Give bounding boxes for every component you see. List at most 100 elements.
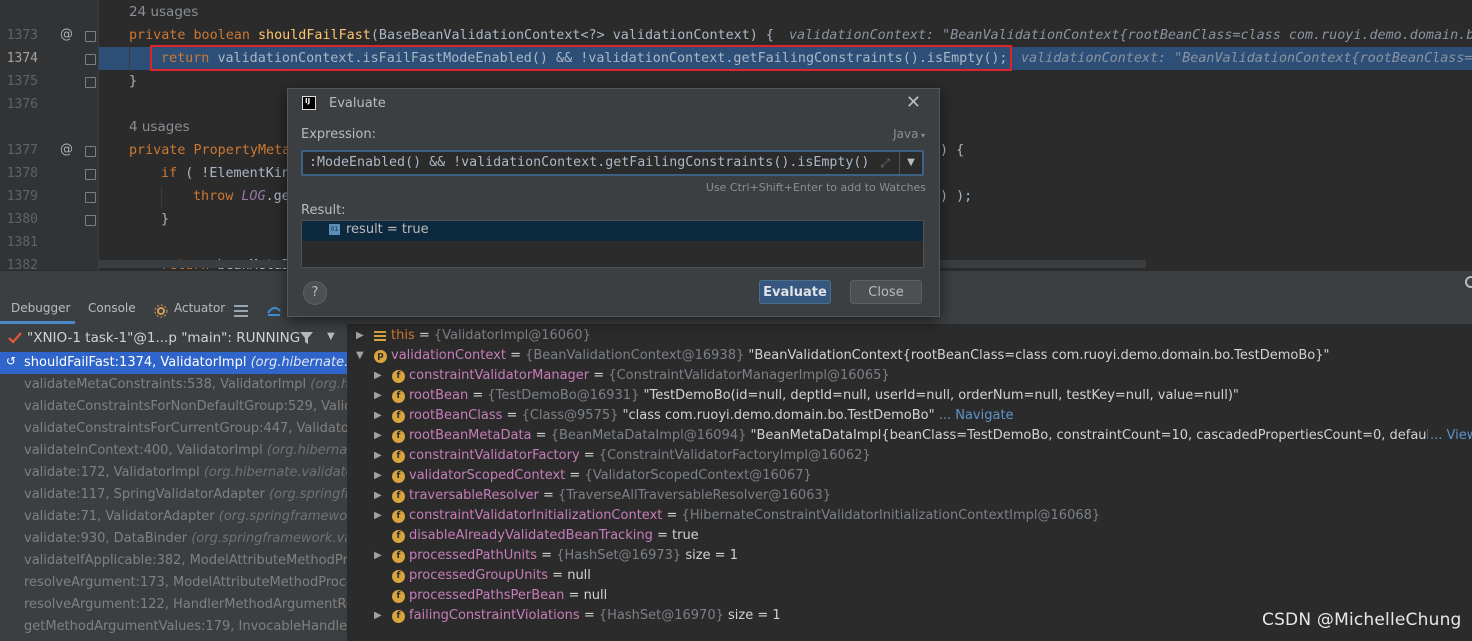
- frame-item[interactable]: validate:172, ValidatorImpl (org.hiberna…: [0, 462, 347, 484]
- code-line-1380: }: [161, 212, 170, 227]
- variable-row[interactable]: ▶ f constraintValidatorManager = {Constrai…: [348, 366, 1462, 386]
- chevron-right-icon[interactable]: ▶: [356, 326, 364, 346]
- field-icon: f: [392, 430, 405, 443]
- frame-item[interactable]: ↺ shouldFailFast:1374, ValidatorImpl (or…: [0, 352, 347, 374]
- variable-reference: {ConstraintValidatorFactoryImpl@16062}: [598, 448, 871, 463]
- chevron-right-icon[interactable]: ▶: [374, 426, 382, 446]
- chevron-right-icon[interactable]: ▶: [374, 406, 382, 426]
- language-selector[interactable]: Java ▾: [893, 127, 925, 141]
- line-number: 1375: [6, 74, 38, 89]
- variable-row[interactable]: ▶ f processedPathUnits = {HashSet@16973} s…: [348, 546, 1462, 566]
- fold-icon[interactable]: [85, 192, 96, 203]
- chevron-right-icon[interactable]: ▶: [374, 446, 382, 466]
- frame-item[interactable]: validateConstraintsForCurrentGroup:447, …: [0, 418, 347, 440]
- step-over-icon[interactable]: [267, 303, 281, 317]
- equals-sign: =: [565, 468, 585, 483]
- field-icon: f: [392, 570, 405, 583]
- view-link[interactable]: ... View: [1428, 426, 1472, 446]
- variable-row[interactable]: ▶ f rootBean = {TestDemoBo@16931} "TestDem…: [348, 386, 1462, 406]
- keyword: boolean: [193, 28, 258, 43]
- close-icon[interactable]: ✕: [906, 92, 921, 113]
- variable-name: failingConstraintViolations: [409, 608, 580, 623]
- tab-debugger[interactable]: Debugger: [11, 301, 70, 315]
- chevron-right-icon[interactable]: ▶: [374, 606, 382, 626]
- variable-row[interactable]: ▶ f constraintValidatorInitializationConte…: [348, 506, 1462, 526]
- variable-row[interactable]: ▶ f traversableResolver = {TraverseAllTrav…: [348, 486, 1462, 506]
- fold-icon[interactable]: [85, 54, 96, 65]
- variable-row[interactable]: ▶ f constraintValidatorFactory = {Constrai…: [348, 446, 1462, 466]
- variable-name: this: [391, 328, 415, 343]
- chevron-down-icon[interactable]: ▼: [356, 346, 364, 366]
- fold-icon[interactable]: [85, 77, 96, 88]
- chevron-down-icon[interactable]: ▼: [327, 331, 335, 342]
- thread-selector[interactable]: "XNIO-1 task-1"@1...p "main": RUNNING ▼: [0, 326, 347, 350]
- navigate-link[interactable]: ... Navigate: [935, 408, 1014, 423]
- equals-sign: =: [537, 548, 557, 563]
- equals-sign: =: [505, 348, 526, 363]
- variable-row[interactable]: ▶ this = {ValidatorImpl@16060}: [348, 326, 1462, 346]
- expression-input[interactable]: :ModeEnabled() && !validationContext.get…: [301, 150, 924, 176]
- frame-item[interactable]: validateInContext:400, ValidatorImpl (or…: [0, 440, 347, 462]
- chevron-right-icon[interactable]: ▶: [374, 546, 382, 566]
- variable-row[interactable]: f processedPathsPerBean = null: [348, 586, 1462, 606]
- frame-item[interactable]: getMethodArgumentValues:179, InvocableHa…: [0, 616, 347, 638]
- variable-value: "class com.ruoyi.demo.domain.bo.TestDemo…: [622, 408, 935, 423]
- chevron-right-icon[interactable]: ▶: [374, 386, 382, 406]
- method-name: shouldFailFast: [258, 28, 371, 43]
- frame-item[interactable]: validate:930, DataBinder (org.springfram…: [0, 528, 347, 550]
- frame-method: resolveArgument:173, ModelAttributeMetho…: [24, 575, 347, 590]
- variable-row[interactable]: ▼ p validationContext = {BeanValidationCon…: [348, 346, 1462, 366]
- variable-row[interactable]: ▶ f validatorScopedContext = {ValidatorSco…: [348, 466, 1462, 486]
- frame-item[interactable]: resolveArgument:173, ModelAttributeMetho…: [0, 572, 347, 594]
- result-row[interactable]: 01 result = true: [302, 221, 923, 241]
- dialog-title: Evaluate: [329, 96, 386, 111]
- frame-item[interactable]: resolveArgument:122, HandlerMethodArgume…: [0, 594, 347, 616]
- chevron-right-icon[interactable]: ▶: [374, 506, 382, 526]
- frame-method: shouldFailFast:1374, ValidatorImpl: [24, 355, 251, 370]
- variable-row[interactable]: f processedGroupUnits = null: [348, 566, 1462, 586]
- history-dropdown-button[interactable]: ▼: [899, 152, 922, 174]
- chevron-right-icon[interactable]: ▶: [374, 486, 382, 506]
- chevron-right-icon[interactable]: ▶: [374, 366, 382, 386]
- chevron-down-icon: ▾: [918, 131, 925, 140]
- frame-item[interactable]: validateIfApplicable:382, ModelAttribute…: [0, 550, 347, 572]
- usages-hint[interactable]: 4 usages: [129, 119, 190, 135]
- annotation-at-icon[interactable]: @: [60, 142, 73, 157]
- variable-row[interactable]: ▶ f rootBeanClass = {Class@9575} "class co…: [348, 406, 1462, 426]
- settings-icon[interactable]: [1464, 275, 1472, 289]
- fold-icon[interactable]: [85, 146, 96, 157]
- line-number: 1382: [6, 258, 38, 270]
- frame-item[interactable]: validate:117, SpringValidatorAdapter (or…: [0, 484, 347, 506]
- code-line-1377: private PropertyMeta: [129, 143, 290, 158]
- result-value: result = true: [346, 222, 429, 237]
- menu-lines-icon[interactable]: [234, 305, 248, 317]
- help-button[interactable]: ?: [303, 281, 327, 305]
- fold-icon[interactable]: [85, 215, 96, 226]
- annotation-at-icon[interactable]: @: [60, 27, 73, 42]
- tab-actuator[interactable]: Actuator: [174, 301, 225, 315]
- field-icon: f: [392, 470, 405, 483]
- variable-reference: {BeanValidationContext@16938}: [525, 348, 749, 363]
- evaluate-button[interactable]: Evaluate: [759, 280, 831, 304]
- fold-icon[interactable]: [85, 31, 96, 42]
- variable-row[interactable]: f disableAlreadyValidatedBeanTracking = t…: [348, 526, 1462, 546]
- usages-hint[interactable]: 24 usages: [129, 4, 198, 20]
- variable-reference: {HashSet@16973}: [556, 548, 686, 563]
- frame-item[interactable]: validate:71, ValidatorAdapter (org.sprin…: [0, 506, 347, 528]
- variable-name: processedGroupUnits: [409, 568, 549, 583]
- fold-icon[interactable]: [85, 169, 96, 180]
- equals-sign: =: [652, 528, 672, 543]
- code-line-1379: throw LOG.ge: [193, 189, 290, 204]
- frame-item[interactable]: validateConstraintsForNonDefaultGroup:52…: [0, 396, 347, 418]
- variable-row[interactable]: ▶ f rootBeanMetaData = {BeanMetaDataImpl@1…: [348, 426, 1472, 446]
- equals-sign: =: [579, 608, 599, 623]
- expand-icon[interactable]: ⤢: [880, 156, 890, 171]
- frame-package: (org.hibernate.valid: [250, 355, 347, 370]
- frame-method: validateConstraintsForNonDefaultGroup:52…: [24, 399, 347, 414]
- filter-icon[interactable]: [300, 332, 313, 344]
- close-button[interactable]: Close: [850, 280, 922, 304]
- tab-console[interactable]: Console: [88, 301, 136, 315]
- chevron-right-icon[interactable]: ▶: [374, 466, 382, 486]
- frame-item[interactable]: validateMetaConstraints:538, ValidatorIm…: [0, 374, 347, 396]
- frame-package: (org.springframework.valida: [191, 531, 347, 546]
